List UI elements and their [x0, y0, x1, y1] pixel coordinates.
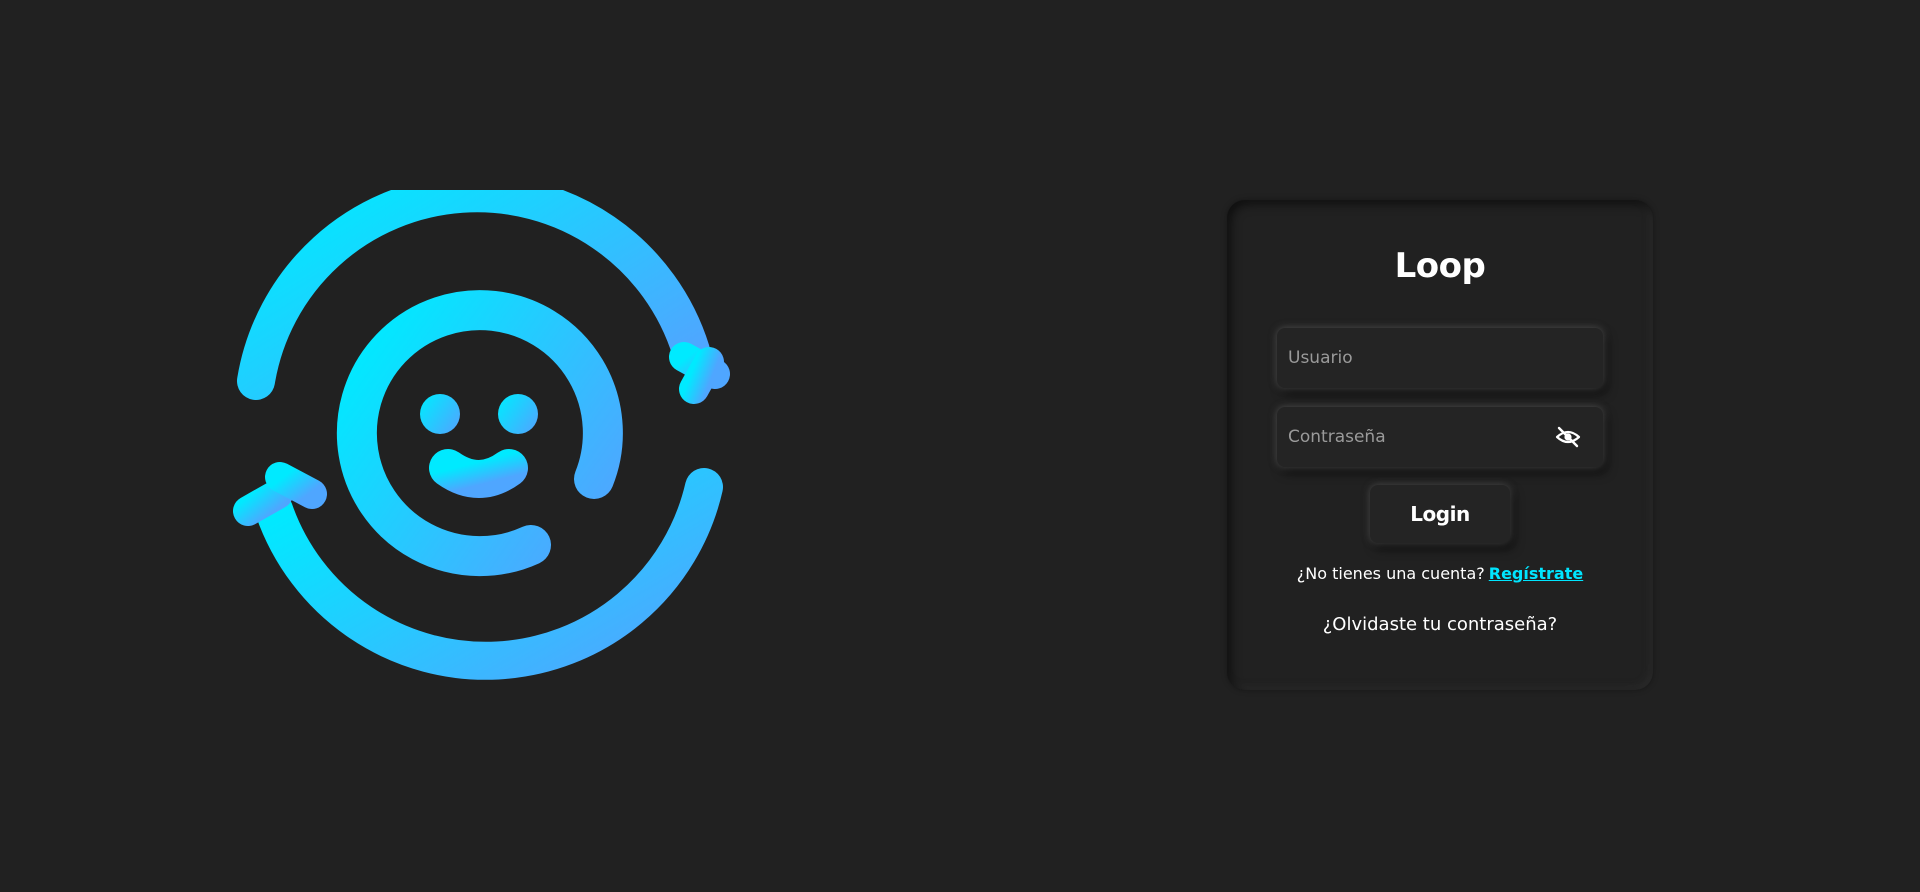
lower-arrow-up	[233, 479, 293, 526]
username-field[interactable]	[1277, 328, 1603, 388]
face-ring	[336, 290, 623, 577]
username-input[interactable]	[1277, 328, 1603, 388]
lower-arrow-right	[265, 462, 327, 509]
signup-link[interactable]: Regístrate	[1489, 564, 1583, 583]
signup-line: ¿No tienes una cuenta? Regístrate	[1227, 564, 1653, 583]
left-eye	[420, 394, 460, 434]
signup-prompt: ¿No tienes una cuenta?	[1296, 564, 1485, 583]
smile-mouth	[429, 449, 528, 498]
login-button[interactable]: Login	[1370, 485, 1510, 543]
login-page: Loop Login ¿No tienes una cuenta?Regístr…	[0, 0, 1920, 892]
upper-arrow-down	[679, 347, 724, 404]
login-card: Loop Login ¿No tienes una cuenta?Regístr…	[1227, 200, 1653, 690]
upper-arc	[237, 190, 710, 400]
loop-smiley-icon	[233, 190, 730, 680]
password-field[interactable]	[1277, 407, 1603, 467]
right-eye	[498, 394, 538, 434]
eye-off-icon[interactable]	[1555, 425, 1581, 449]
app-title: Loop	[1394, 246, 1486, 286]
loop-logo	[220, 190, 740, 690]
forgot-password-link[interactable]: ¿Olvidaste tu contraseña?	[1227, 614, 1653, 635]
